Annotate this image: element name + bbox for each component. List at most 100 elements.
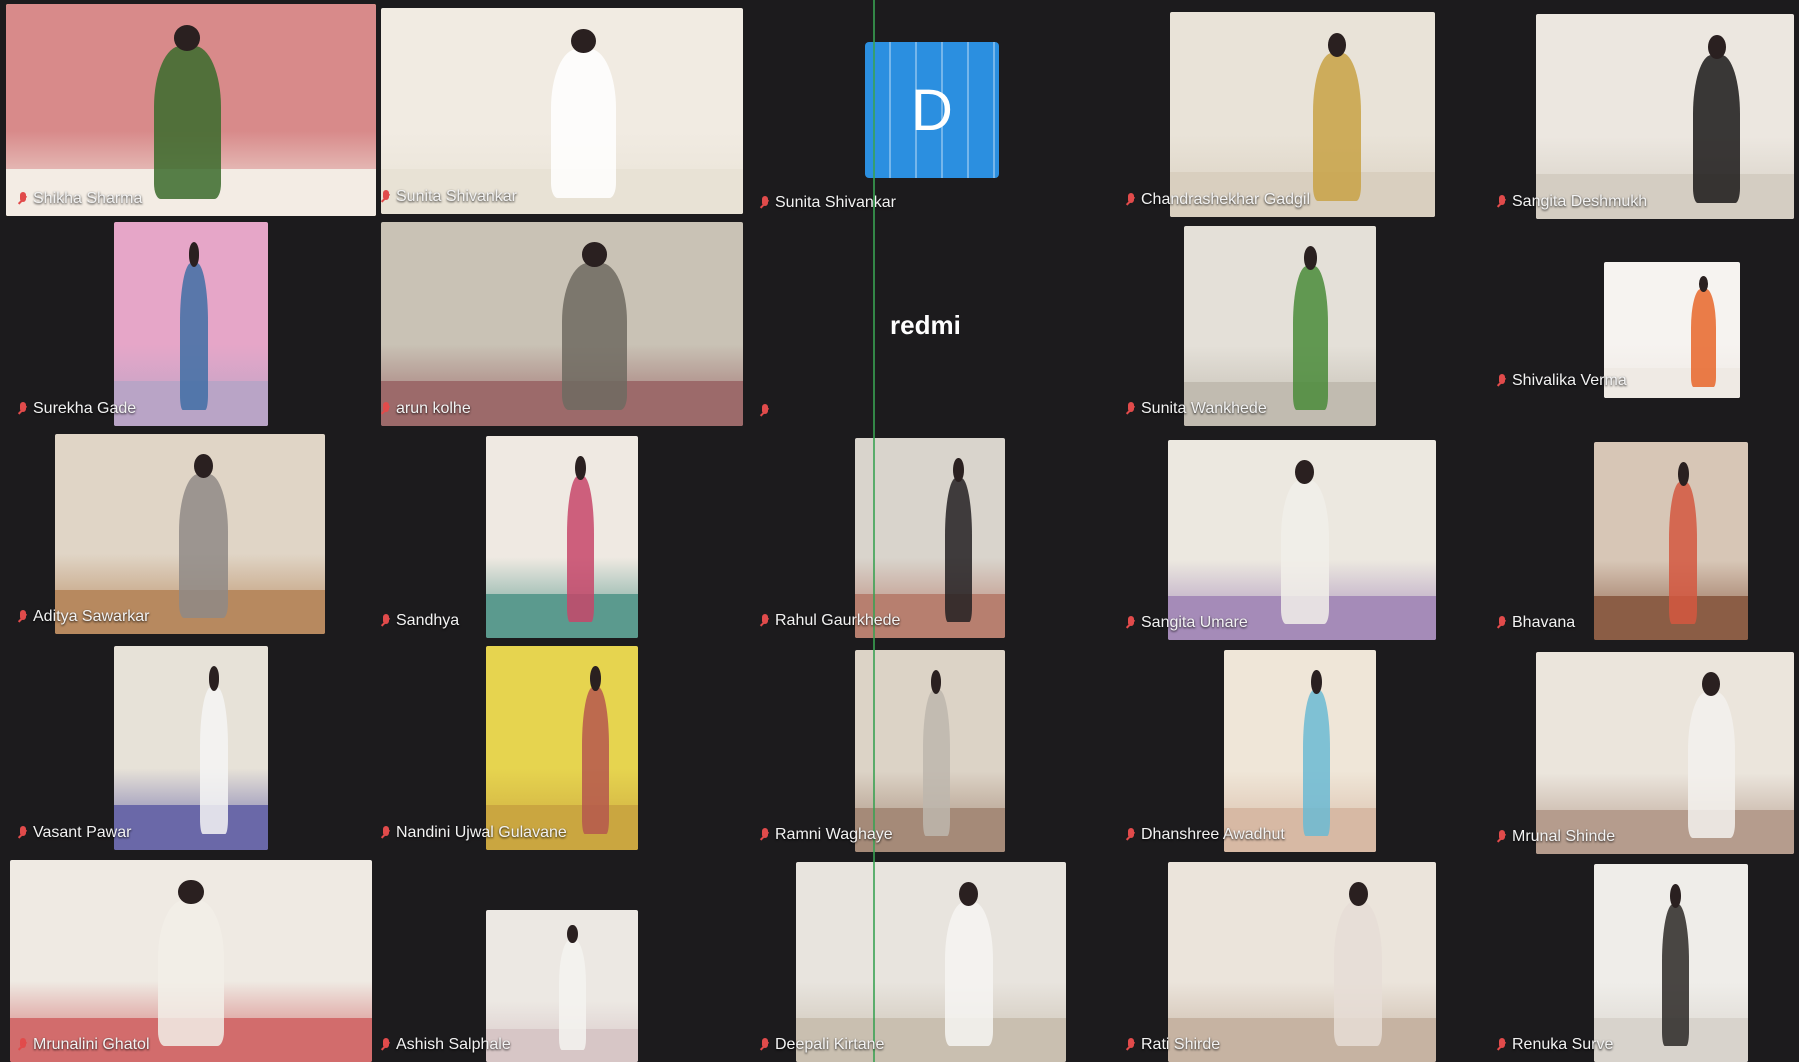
participant-video-tile[interactable] <box>114 646 268 850</box>
participant-name: Aditya Sawarkar <box>33 608 150 625</box>
participant-name: Rati Shirde <box>1141 1036 1221 1053</box>
participant-video-tile[interactable] <box>1184 226 1376 426</box>
muted-mic-icon <box>381 613 390 629</box>
participant-video-tile[interactable] <box>486 436 638 638</box>
participant-head <box>574 456 586 481</box>
video-feed <box>381 222 743 426</box>
participant-video-tile[interactable] <box>486 646 638 850</box>
participant-avatar[interactable]: D <box>865 42 999 178</box>
participant-figure <box>1313 53 1361 201</box>
participant-video-tile[interactable] <box>1536 14 1794 219</box>
muted-mic-icon <box>18 609 27 625</box>
participant-head <box>1707 34 1726 60</box>
participant-head <box>1348 882 1368 906</box>
center-mic-tag <box>760 404 769 419</box>
participant-video-tile[interactable] <box>1536 652 1794 854</box>
participant-figure <box>1661 903 1690 1047</box>
video-feed <box>486 436 638 638</box>
participant-figure <box>566 476 594 622</box>
participant-name-tag: Mrunal Shinde <box>1497 828 1615 846</box>
video-feed <box>486 646 638 850</box>
muted-mic-icon <box>1497 1037 1506 1053</box>
participant-head <box>1677 461 1689 486</box>
divider-line <box>873 0 875 1062</box>
participant-video-tile[interactable] <box>855 650 1005 852</box>
video-feed <box>6 4 376 216</box>
participant-video-tile[interactable] <box>1224 650 1376 852</box>
avatar-letter: D <box>911 77 953 143</box>
participant-name-tag: Nandini Ujwal Gulavane <box>381 824 567 842</box>
participant-video-tile[interactable] <box>1170 12 1435 217</box>
participant-name: Sunita Wankhede <box>1141 400 1267 417</box>
participant-video-tile[interactable] <box>6 4 376 216</box>
participant-video-tile[interactable] <box>10 860 372 1062</box>
participant-name: Bhavana <box>1512 614 1576 631</box>
participant-figure <box>180 262 208 410</box>
muted-mic-icon <box>381 401 390 417</box>
muted-mic-icon <box>760 1037 769 1053</box>
participant-head <box>953 458 964 482</box>
participant-name: Nandini Ujwal Gulavane <box>396 824 567 841</box>
video-feed <box>1170 12 1435 217</box>
participant-name-tag: arun kolhe <box>381 400 471 418</box>
participant-name: Deepali Kirtane <box>775 1036 885 1053</box>
participant-name-tag: Surekha Gade <box>18 400 136 418</box>
participant-video-tile[interactable] <box>1594 442 1748 640</box>
muted-mic-icon <box>1126 192 1135 208</box>
participant-video-tile[interactable] <box>381 8 743 214</box>
participant-head <box>1698 275 1709 292</box>
participant-name: Shivalika Verma <box>1512 372 1627 389</box>
participant-name-tag: Dhanshree Awadhut <box>1126 826 1285 844</box>
video-feed <box>1168 862 1436 1062</box>
video-feed <box>1224 650 1376 852</box>
video-feed <box>855 438 1005 638</box>
participant-video-tile[interactable] <box>55 434 325 634</box>
participant-video-tile[interactable] <box>1594 864 1748 1062</box>
participant-figure <box>562 262 628 410</box>
participant-figure <box>200 686 228 834</box>
participant-name-tag: Sangita Deshmukh <box>1497 193 1647 211</box>
participant-name: Sandhya <box>396 612 460 629</box>
participant-figure <box>551 49 617 198</box>
participant-figure <box>944 902 994 1046</box>
muted-mic-icon <box>1497 615 1506 631</box>
participant-name: Chandrashekhar Gadgil <box>1141 191 1310 208</box>
muted-mic-icon <box>760 613 769 629</box>
video-feed <box>1536 652 1794 854</box>
participant-video-tile[interactable] <box>381 222 743 426</box>
participant-name-tag: Sunita Wankhede <box>1126 400 1267 418</box>
participant-name: Sangita Deshmukh <box>1512 193 1648 210</box>
participant-video-tile[interactable] <box>1168 862 1436 1062</box>
participant-name-tag: Aditya Sawarkar <box>18 608 150 626</box>
participant-name: Shikha Sharma <box>33 190 143 207</box>
participant-name: Rahul Gaurkhede <box>775 612 901 629</box>
muted-mic-icon <box>1126 615 1135 631</box>
muted-mic-icon <box>381 1037 390 1053</box>
muted-mic-icon <box>1497 373 1506 389</box>
participant-name-tag: Mrunalini Ghatol <box>18 1036 150 1054</box>
participant-video-tile[interactable] <box>855 438 1005 638</box>
video-feed <box>55 434 325 634</box>
participant-name-tag: Renuka Surve <box>1497 1036 1613 1054</box>
muted-mic-icon <box>18 825 27 841</box>
video-feed <box>1168 440 1436 640</box>
participant-figure <box>581 686 610 834</box>
participant-video-tile[interactable] <box>114 222 268 426</box>
participant-name: Sunita Shivankar <box>396 188 517 205</box>
muted-mic-icon <box>760 827 769 843</box>
participant-name-tag: Chandrashekhar Gadgil <box>1126 191 1310 209</box>
participant-head <box>194 454 213 478</box>
participant-name: Vasant Pawar <box>33 824 132 841</box>
participant-video-tile[interactable] <box>796 862 1066 1062</box>
participant-name: Mrunal Shinde <box>1512 828 1616 845</box>
video-feed <box>1594 442 1748 640</box>
participant-video-tile[interactable] <box>1168 440 1436 640</box>
video-feed <box>1536 14 1794 219</box>
participant-name: Ashish Salphale <box>396 1036 511 1053</box>
participant-name: Sunita Shivankar <box>775 194 896 211</box>
participant-name-tag: Deepali Kirtane <box>760 1036 884 1054</box>
muted-mic-icon <box>1126 401 1135 417</box>
muted-mic-icon <box>760 195 769 211</box>
participant-name-tag: Vasant Pawar <box>18 824 131 842</box>
muted-mic-icon <box>381 825 390 841</box>
